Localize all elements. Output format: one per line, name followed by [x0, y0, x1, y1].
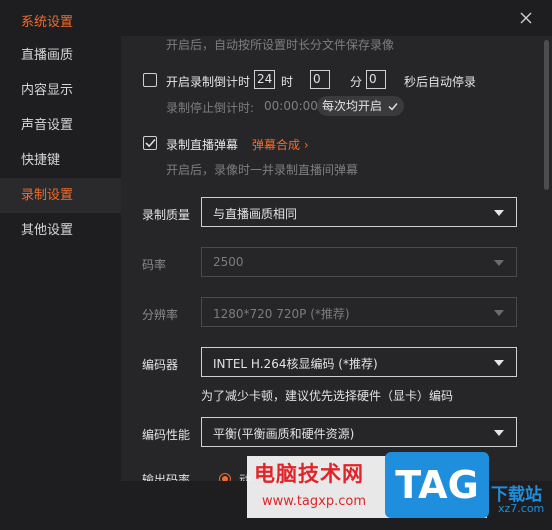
countdown-checkbox[interactable]: [143, 73, 157, 87]
resolution-value: 1280*720 720P (*推荐): [213, 307, 350, 321]
chevron-down-icon: [494, 260, 504, 266]
countdown-minutes-input[interactable]: 0: [310, 70, 330, 89]
scrollbar-thumb[interactable]: [544, 40, 549, 190]
record-quality-value: 与直播画质相同: [213, 207, 298, 221]
check-icon: [388, 103, 398, 111]
sidebar-item-shortcuts[interactable]: 快捷键: [0, 143, 121, 178]
settings-window: 系统设置 直播画质 内容显示 声音设置 快捷键 录制设置 其他设置 开启后，自动…: [0, 0, 552, 530]
record-quality-label: 录制质量: [142, 208, 191, 222]
record-quality-select[interactable]: 与直播画质相同: [201, 197, 517, 227]
output-bitrate-label: 输出码率: [142, 473, 191, 481]
bitrate-value: 2500: [213, 255, 244, 269]
minutes-unit: 分: [350, 75, 363, 89]
encode-performance-value: 平衡(平衡画质和硬件资源): [213, 427, 355, 441]
countdown-status-label: 录制停止倒计时:: [166, 101, 255, 115]
title-bar: 系统设置: [0, 0, 552, 36]
repeat-every-time-toggle[interactable]: 每次均开启: [317, 96, 405, 116]
chevron-down-icon: [494, 310, 504, 316]
chevron-down-icon: [494, 360, 504, 366]
close-icon[interactable]: [516, 8, 536, 28]
hours-unit: 时: [281, 75, 294, 89]
watermark-url: www.tagxp.com: [262, 494, 366, 509]
resolution-label: 分辨率: [142, 308, 179, 322]
record-danmaku-label: 录制直播弹幕: [166, 138, 239, 152]
encoder-select[interactable]: INTEL H.264核显编码 (*推荐): [201, 347, 517, 377]
sidebar-item-video-quality[interactable]: 直播画质: [0, 38, 121, 73]
resolution-select: 1280*720 720P (*推荐): [201, 297, 517, 327]
chevron-down-icon: [494, 210, 504, 216]
window-title: 系统设置: [21, 15, 74, 30]
countdown-seconds-input[interactable]: 0: [366, 70, 386, 89]
sidebar-item-audio[interactable]: 声音设置: [0, 108, 121, 143]
encoder-hint: 为了减少卡顿，建议优先选择硬件（显卡）编码: [201, 389, 454, 403]
sidebar-item-other[interactable]: 其他设置: [0, 213, 121, 248]
recording-settings-panel: 开启后，自动按所设置时长分文件保存录像 开启录制倒计时 24 时 0 分 0 秒…: [121, 36, 552, 481]
sidebar: 直播画质 内容显示 声音设置 快捷键 录制设置 其他设置: [0, 36, 121, 530]
danmaku-hint: 开启后，录像时一并录制直播间弹幕: [166, 163, 359, 177]
countdown-status-value: 00:00:00: [264, 99, 318, 113]
split-file-hint: 开启后，自动按所设置时长分文件保存录像: [166, 38, 395, 52]
sidebar-item-recording[interactable]: 录制设置: [0, 178, 121, 213]
watermark-side-url: xz7.com: [498, 502, 545, 515]
encode-performance-label: 编码性能: [142, 428, 191, 442]
check-icon: [145, 139, 156, 148]
record-danmaku-checkbox[interactable]: [143, 136, 157, 150]
bitrate-label: 码率: [142, 258, 167, 272]
countdown-hours-input[interactable]: 24: [254, 70, 275, 89]
encoder-value: INTEL H.264核显编码 (*推荐): [213, 357, 378, 371]
bitrate-select: 2500: [201, 247, 517, 277]
chevron-down-icon: [494, 430, 504, 436]
encoder-label: 编码器: [142, 358, 179, 372]
watermark-logo: TAG: [385, 452, 489, 518]
output-bitrate-radio[interactable]: [219, 473, 231, 481]
danmaku-compose-link[interactable]: 弹幕合成 ›: [252, 136, 309, 153]
sidebar-item-content-display[interactable]: 内容显示: [0, 73, 121, 108]
repeat-every-time-label: 每次均开启: [322, 99, 383, 113]
watermark-title: 电脑技术网: [254, 462, 364, 486]
countdown-label: 开启录制倒计时: [166, 75, 251, 89]
encode-performance-select[interactable]: 平衡(平衡画质和硬件资源): [201, 417, 517, 447]
countdown-suffix: 秒后自动停录: [404, 75, 477, 89]
